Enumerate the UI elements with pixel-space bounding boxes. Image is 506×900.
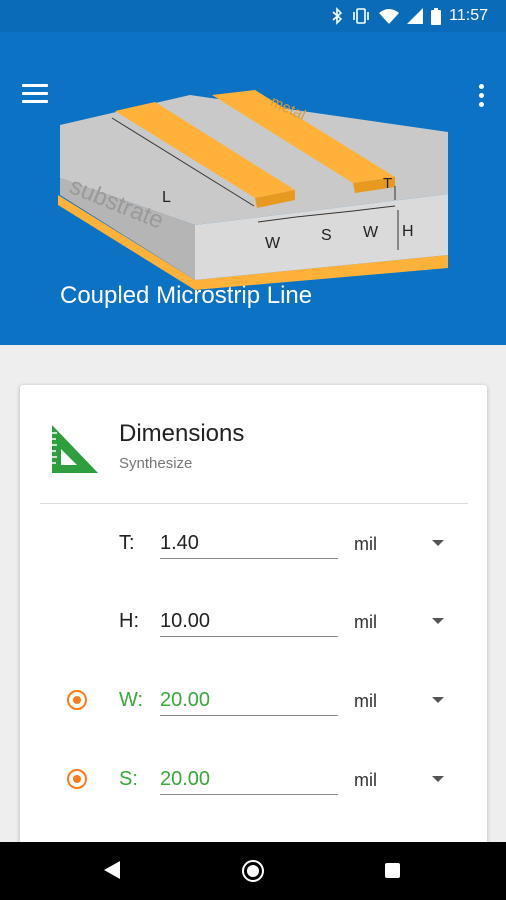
W-value-input[interactable]: 20.00 — [160, 682, 338, 716]
more-options-button[interactable] — [476, 84, 486, 108]
unit-label[interactable]: mil — [354, 691, 377, 712]
W-radio-button[interactable] — [67, 690, 87, 710]
dimensions-card: Dimensions Synthesize T: 1.40 mil H: 10.… — [20, 385, 487, 855]
status-time: 11:57 — [449, 7, 488, 24]
bluetooth-icon — [332, 7, 343, 25]
menu-button[interactable] — [22, 84, 48, 106]
row-label: H: — [119, 610, 139, 632]
wifi-icon — [379, 9, 400, 24]
coupled-microstrip-diagram: metal substrate L W S W T H — [58, 90, 448, 290]
home-icon[interactable] — [242, 860, 264, 882]
more-vert-icon — [478, 84, 484, 89]
menu-icon — [22, 84, 48, 87]
diagram-W1-label: W — [265, 235, 281, 252]
unit-label[interactable]: mil — [354, 770, 377, 791]
row-label: T: — [119, 532, 135, 554]
app-header: metal substrate L W S W T H Coupled Micr… — [0, 32, 506, 345]
diagram-L-label: L — [162, 189, 171, 206]
diagram-S-label: S — [321, 227, 332, 244]
unit-dropdown-arrow-icon[interactable] — [430, 771, 446, 787]
set-square-icon — [52, 425, 98, 473]
row-label: S: — [119, 768, 138, 790]
status-icons: 11:57 — [331, 6, 488, 26]
battery-icon — [431, 7, 442, 25]
status-bar: 11:57 — [0, 0, 506, 32]
dimension-row-H: H: 10.00 mil — [20, 603, 487, 643]
vibrate-icon — [353, 8, 369, 24]
recent-apps-icon[interactable] — [385, 863, 400, 878]
unit-dropdown-arrow-icon[interactable] — [430, 692, 446, 708]
back-icon[interactable] — [104, 861, 120, 879]
S-radio-button[interactable] — [67, 769, 87, 789]
diagram-H-label: H — [402, 223, 414, 240]
card-title: Dimensions — [119, 420, 245, 447]
dimension-row-W: W: 20.00 mil — [20, 682, 487, 722]
H-value-input[interactable]: 10.00 — [160, 603, 338, 637]
divider — [40, 503, 468, 504]
dimension-row-S: S: 20.00 mil — [20, 761, 487, 801]
unit-label[interactable]: mil — [354, 534, 377, 555]
unit-dropdown-arrow-icon[interactable] — [430, 613, 446, 629]
system-nav-bar — [0, 842, 506, 900]
card-subtitle: Synthesize — [119, 455, 193, 472]
diagram-T-label: T — [383, 175, 392, 192]
page-title: Coupled Microstrip Line — [60, 282, 313, 309]
diagram-W2-label: W — [363, 224, 379, 241]
unit-dropdown-arrow-icon[interactable] — [430, 535, 446, 551]
S-value-input[interactable]: 20.00 — [160, 761, 338, 795]
row-label: W: — [119, 689, 144, 711]
signal-icon — [407, 8, 424, 24]
unit-label[interactable]: mil — [354, 612, 377, 633]
T-value-input[interactable]: 1.40 — [160, 525, 338, 559]
dimension-row-T: T: 1.40 mil — [20, 525, 487, 565]
